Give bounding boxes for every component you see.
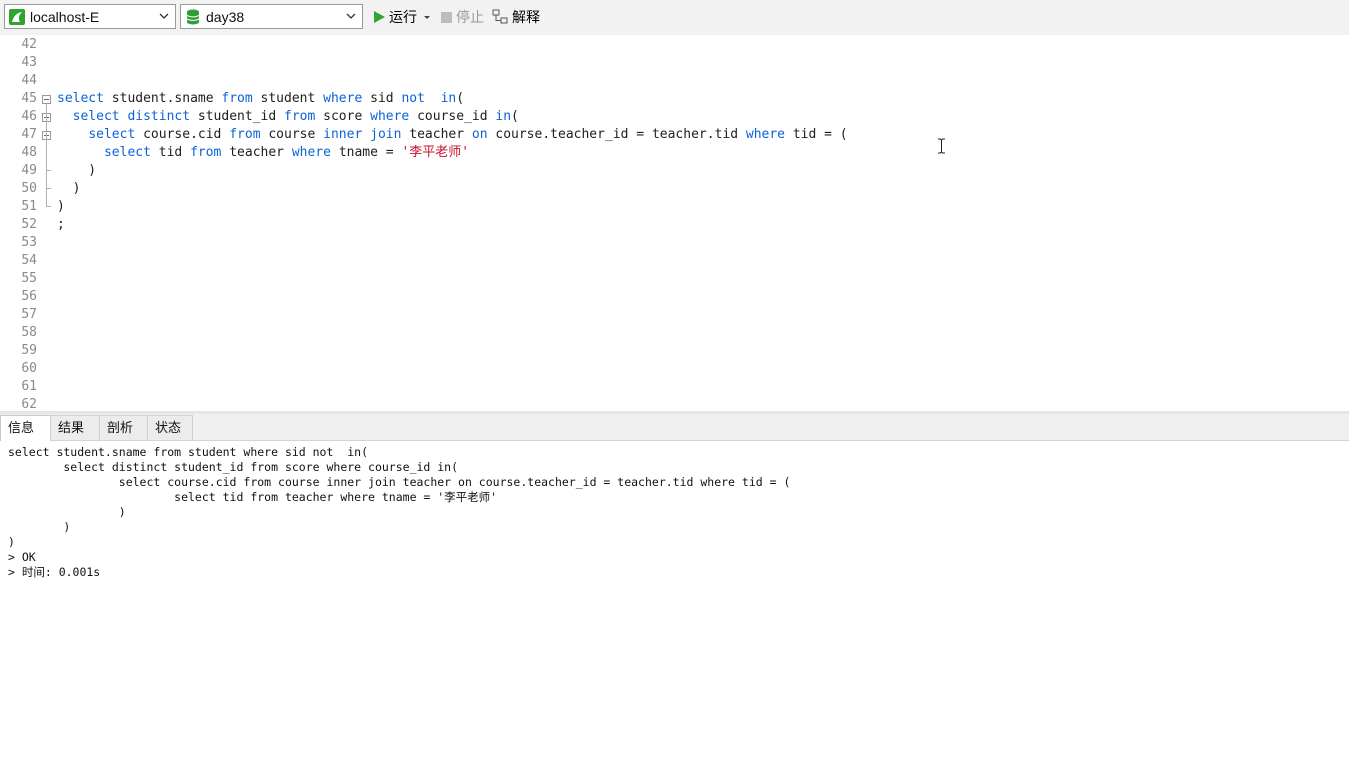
code-text: ; (57, 217, 65, 232)
dropdown-arrow-icon[interactable] (422, 12, 432, 22)
editor-line[interactable]: 54 (0, 252, 1349, 270)
editor-line[interactable]: 60 (0, 360, 1349, 378)
connection-select[interactable]: localhost-E (4, 4, 176, 29)
output-line: select distinct student_id from score wh… (8, 460, 459, 474)
line-number: 57 (21, 307, 37, 322)
editor-line[interactable]: 56 (0, 288, 1349, 306)
output-line: ) (8, 535, 15, 549)
connection-name: localhost-E (30, 8, 100, 25)
line-number: 46 (21, 109, 37, 124)
stop-label: 停止 (456, 9, 484, 25)
editor-line[interactable]: 57 (0, 306, 1349, 324)
run-button[interactable]: 运行 (372, 6, 432, 28)
code-text: select course.cid from course inner join… (88, 127, 848, 142)
code-text: select tid from teacher where tname = '李… (103, 145, 470, 160)
database-name: day38 (206, 8, 245, 25)
code-text: ) (57, 199, 65, 214)
explain-icon (492, 9, 508, 23)
output-line: select course.cid from course inner join… (8, 475, 791, 489)
line-number: 50 (21, 181, 37, 196)
editor-line[interactable]: 62 (0, 396, 1349, 411)
tab-info[interactable]: 信息 (0, 415, 51, 441)
editor-line[interactable]: 58 (0, 324, 1349, 342)
editor-line[interactable]: 50 ) (0, 180, 1349, 198)
toolbar: localhost-E day38 运行 停止 解释 (0, 0, 1349, 35)
editor-line[interactable]: 55 (0, 270, 1349, 288)
line-number: 48 (21, 145, 37, 160)
tab-profile[interactable]: 剖析 (99, 415, 148, 440)
output-line: > 时间: 0.001s (8, 565, 101, 579)
line-number: 59 (21, 343, 37, 358)
chevron-down-icon (346, 13, 356, 19)
play-icon (374, 11, 385, 23)
database-icon (186, 9, 200, 24)
line-number: 56 (21, 289, 37, 304)
tab-result-1[interactable]: 结果 1 (50, 415, 100, 459)
explain-button[interactable]: 解释 (492, 6, 540, 28)
line-number: 61 (21, 379, 37, 394)
line-number: 43 (21, 55, 37, 70)
editor-line[interactable]: 47 select course.cid from course inner j… (0, 126, 1349, 144)
message-output: select student.sname from student where … (0, 441, 1349, 780)
line-number: 45 (21, 91, 37, 106)
editor-line[interactable]: 43 (0, 54, 1349, 72)
editor-line[interactable]: 48 select tid from teacher where tname =… (0, 144, 1349, 162)
mysql-connection-icon (9, 8, 25, 25)
line-number: 52 (21, 217, 37, 232)
tab-status[interactable]: 状态 (147, 415, 193, 440)
editor-line[interactable]: 46 select distinct student_id from score… (0, 108, 1349, 126)
line-number: 49 (21, 163, 37, 178)
output-line: ) (8, 505, 126, 519)
editor-line[interactable]: 59 (0, 342, 1349, 360)
editor-line[interactable]: 42 (0, 36, 1349, 54)
line-number: 51 (21, 199, 37, 214)
explain-label: 解释 (512, 9, 540, 25)
editor-line[interactable]: 45 select student.sname from student wher… (0, 90, 1349, 108)
output-line: select tid from teacher where tname = '李… (8, 490, 498, 504)
database-select[interactable]: day38 (180, 4, 363, 29)
code-text: select distinct student_id from score wh… (72, 109, 519, 124)
editor-line[interactable]: 52; (0, 216, 1349, 234)
editor-line[interactable]: 49 ) (0, 162, 1349, 180)
output-line: ) (8, 520, 71, 534)
chevron-down-icon (159, 13, 169, 19)
stop-button[interactable]: 停止 (440, 6, 484, 28)
editor-line[interactable]: 44 (0, 72, 1349, 90)
line-number: 53 (21, 235, 37, 250)
line-number: 58 (21, 325, 37, 340)
line-number: 42 (21, 37, 37, 52)
line-number: 62 (21, 397, 37, 411)
stop-icon (441, 11, 452, 23)
line-number: 55 (21, 271, 37, 286)
editor-line[interactable]: 53 (0, 234, 1349, 252)
code-text: select student.sname from student where … (57, 91, 465, 106)
code-text: ) (57, 181, 81, 196)
line-number: 54 (21, 253, 37, 268)
line-number: 60 (21, 361, 37, 376)
run-label: 运行 (389, 9, 417, 25)
result-tabs: 信息 结果 1 剖析 状态 (0, 414, 1349, 459)
line-number: 44 (21, 73, 37, 88)
sql-editor[interactable]: 42 43 44 45 select student.sname from studen… (0, 35, 1349, 411)
line-number: 47 (21, 127, 37, 142)
output-line: > OK (8, 550, 36, 564)
editor-line[interactable]: 51) (0, 198, 1349, 216)
code-text: ) (57, 163, 97, 178)
editor-line[interactable]: 61 (0, 378, 1349, 396)
output-line: select student.sname from student where … (8, 445, 369, 459)
